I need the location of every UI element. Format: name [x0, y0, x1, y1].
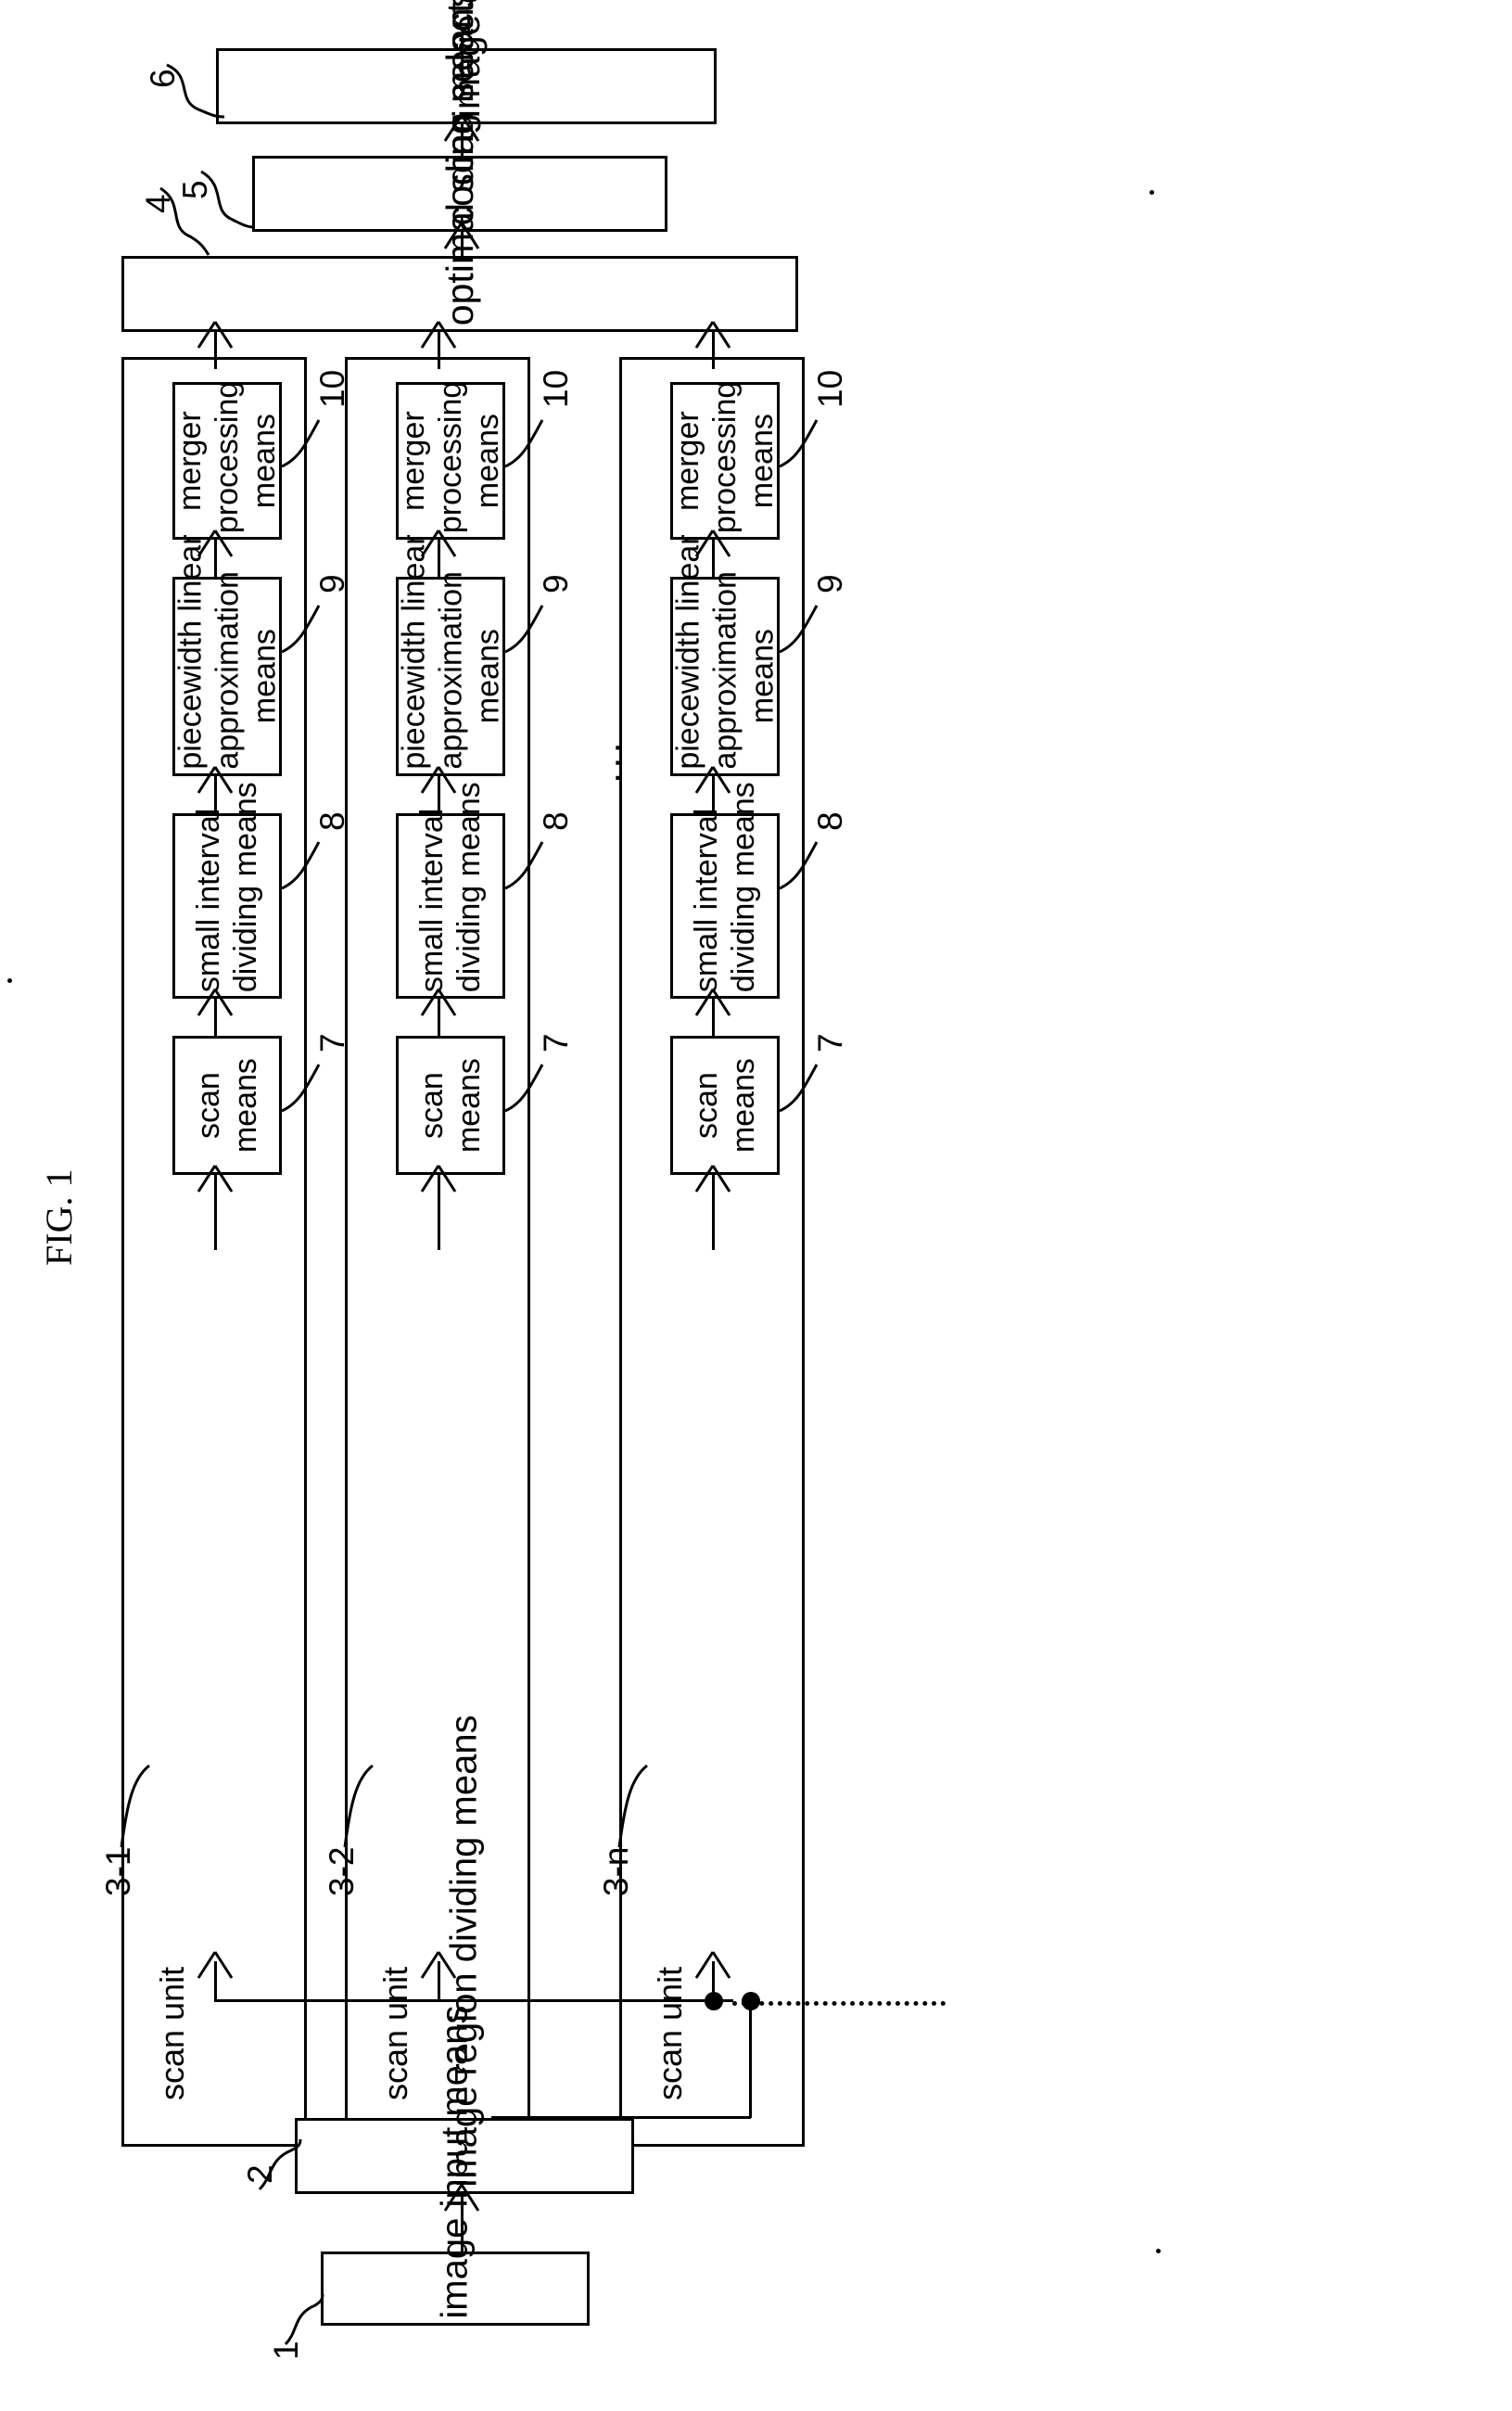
block-label: scan means — [688, 1057, 761, 1154]
block-label: merger processing means — [669, 380, 781, 533]
leader-line-9-a — [281, 605, 321, 654]
leader-line-3-n — [617, 1764, 648, 1848]
arrowhead-bus-3-1 — [197, 1951, 234, 1979]
figure-label: FIG. 1 — [38, 1168, 80, 1266]
reference-number-10-c: 10 — [811, 369, 849, 408]
scan-unit-title-3-2: scan unit — [376, 1966, 414, 2100]
connector-bus-to-scanunit-3-n — [712, 1218, 715, 1250]
block-small-interval-dividing-means-3-2[interactable]: small interval dividing means — [396, 782, 505, 999]
reference-number-8-c: 8 — [811, 811, 849, 831]
block-label: piecewidth linear approximation means — [172, 534, 283, 770]
block-label: small interval dividing means — [190, 782, 263, 992]
block-label: image input means — [433, 2006, 476, 2319]
arrowhead-scanunit-2 — [420, 321, 457, 349]
leader-line-2 — [258, 2138, 302, 2191]
reference-number-9-b: 9 — [537, 574, 575, 593]
block-label: merger processing means — [395, 380, 506, 533]
leader-line-7-a — [281, 1064, 321, 1113]
block-label: scan means — [413, 1057, 487, 1154]
block-label: piecewidth linear approximation means — [669, 534, 781, 770]
arrowhead-7-to-8-c — [694, 989, 731, 1016]
leader-line-6 — [166, 63, 225, 119]
block-label: small interval dividing means — [688, 782, 761, 992]
distribution-bus-dotted — [732, 2001, 946, 2006]
reference-number-7-b: 7 — [537, 1033, 575, 1052]
block-label: small interval dividing means — [413, 782, 487, 992]
arrowhead-7-to-8-a — [197, 989, 234, 1016]
leader-line-4 — [159, 186, 210, 256]
block-image-input-means[interactable]: image input means — [321, 2006, 590, 2326]
arrowhead-input-3-1 — [197, 1165, 234, 1193]
arrowhead-scanunit-n — [694, 321, 731, 349]
block-scan-means-3-2[interactable]: scan means — [396, 1036, 505, 1175]
leader-line-8-b — [504, 841, 544, 890]
leader-line-7-c — [779, 1064, 819, 1113]
leader-line-8-c — [779, 841, 819, 890]
block-scan-means-3-n[interactable]: scan means — [670, 1036, 780, 1175]
reference-number-7-c: 7 — [811, 1033, 849, 1052]
block-label: scan means — [190, 1057, 263, 1154]
block-merger-processing-means-3-n[interactable]: merger processing means — [669, 380, 781, 540]
leader-line-3-2 — [343, 1764, 374, 1848]
reference-number-10-b: 10 — [537, 369, 575, 408]
block-piecewidth-linear-approximation-means-3-2[interactable]: piecewidth linear approximation means — [395, 534, 506, 776]
block-merger-processing-means-3-1[interactable]: merger processing means — [172, 380, 283, 540]
scan-unit-title-3-1: scan unit — [153, 1966, 191, 2100]
leader-line-10-c — [779, 419, 819, 468]
arrowhead-7-to-8-b — [420, 989, 457, 1016]
block-piecewidth-linear-approximation-means-3-n[interactable]: piecewidth linear approximation means — [669, 534, 781, 776]
arrowhead-scanunit-1 — [197, 321, 234, 349]
leader-line-10-a — [281, 419, 321, 468]
leader-line-3-1 — [120, 1764, 150, 1848]
reference-number-9-c: 9 — [811, 574, 849, 593]
block-scan-means-3-1[interactable]: scan means — [172, 1036, 282, 1175]
scan-speck — [1150, 190, 1154, 195]
block-piecewidth-linear-approximation-means-3-1[interactable]: piecewidth linear approximation means — [172, 534, 283, 776]
scan-speck — [1156, 2249, 1161, 2253]
connector-bus-to-scanunit-3-1 — [214, 1218, 217, 1250]
leader-line-9-c — [779, 605, 819, 654]
arrowhead-bus-3-n — [694, 1951, 731, 1979]
connector-bus-to-scanunit-3-2 — [438, 1218, 440, 1250]
block-small-interval-dividing-means-3-1[interactable]: small interval dividing means — [172, 782, 282, 999]
block-label: piecewidth linear approximation means — [395, 534, 506, 770]
leader-line-9-b — [504, 605, 544, 654]
block-label: merger processing means — [172, 380, 283, 533]
block-label: optimal scan selecting means — [438, 0, 482, 325]
block-small-interval-dividing-means-3-n[interactable]: small interval dividing means — [670, 782, 780, 999]
leader-line-1 — [284, 2293, 324, 2346]
scan-speck — [7, 978, 12, 983]
bus-junction-dot-1 — [705, 1992, 723, 2010]
arrowhead-input-3-2 — [420, 1165, 457, 1193]
leader-line-7-b — [504, 1064, 544, 1113]
connector-regiondividing-to-bus — [749, 2001, 752, 2118]
scan-unit-title-3-n: scan unit — [651, 1966, 689, 2100]
block-merger-processing-means-3-2[interactable]: merger processing means — [395, 380, 506, 540]
reference-number-8-b: 8 — [537, 811, 575, 831]
leader-line-10-b — [504, 419, 544, 468]
leader-line-8-a — [281, 841, 321, 890]
arrowhead-input-3-n — [694, 1165, 731, 1193]
